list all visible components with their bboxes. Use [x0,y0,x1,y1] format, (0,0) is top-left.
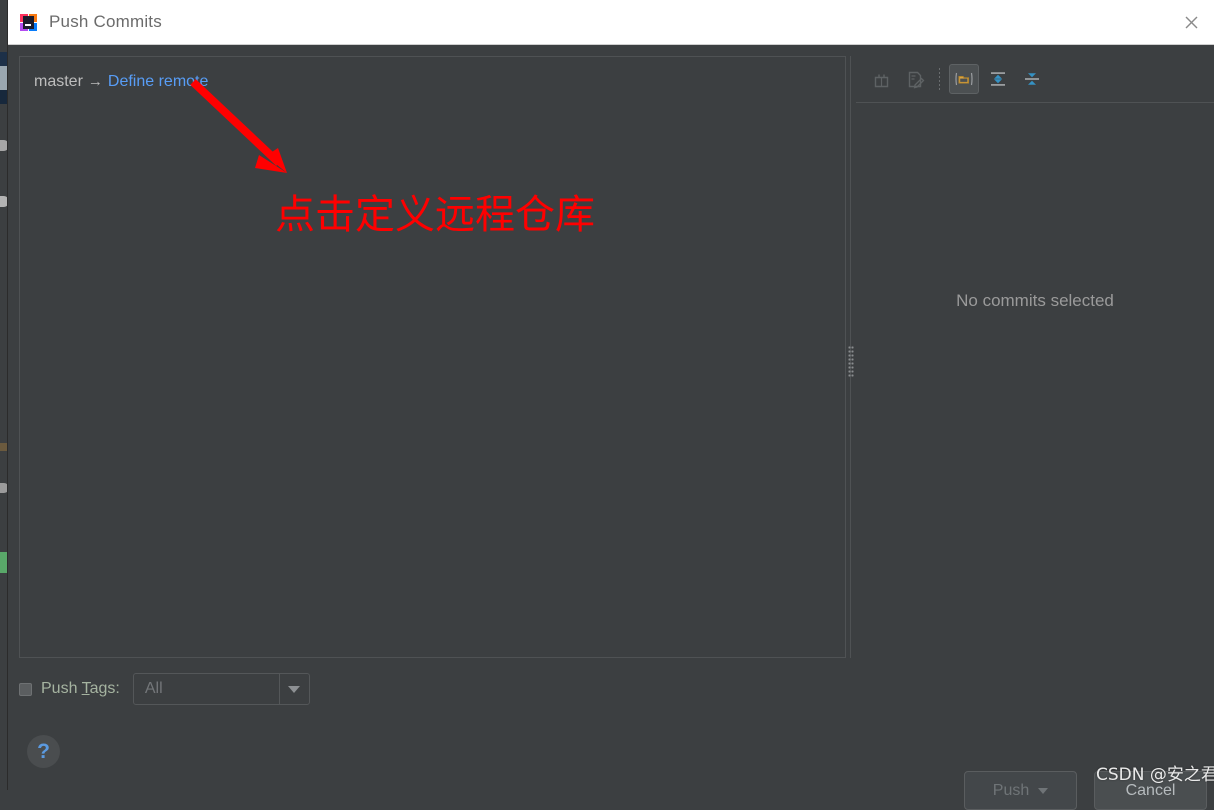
intellij-idea-icon [20,13,37,31]
chevron-down-icon[interactable] [278,674,309,704]
page-title: Push Commits [49,12,162,31]
caret-down-icon [1038,787,1049,794]
branch-push-spec: master → Define remote [34,73,208,91]
watermark: CSDN @安之君 [1096,765,1214,785]
commit-details-panel: No commits selected [856,56,1214,658]
collapse-all-icon[interactable] [1017,64,1047,94]
details-toolbar [856,56,1214,102]
dialog-body: master → Define remote No commits select… [8,45,1214,810]
details-content-area: No commits selected [856,102,1214,658]
push-tags-select[interactable]: All [132,673,310,705]
panel-splitter[interactable] [847,56,856,658]
group-by-directory-icon[interactable] [949,64,979,94]
help-glyph: ? [37,739,50,763]
annotate-icon[interactable] [900,64,930,94]
splitter-grip-handle[interactable] [848,346,854,378]
empty-state-message: No commits selected [956,291,1114,310]
push-commits-dialog: Push Commits master → Define remote No c… [8,0,1214,810]
push-button-label: Push [992,781,1030,799]
push-tags-label-suffix: ags: [89,680,120,697]
commit-list-panel[interactable]: master → Define remote [19,56,846,658]
push-tags-label-prefix: Push [41,680,82,697]
close-icon[interactable] [1168,0,1214,44]
local-branch-label: master [34,73,83,90]
push-button[interactable]: Push [964,771,1077,810]
arrow-right-icon: → [87,73,103,90]
push-tags-row: Push Tags: All [19,673,310,705]
define-remote-link[interactable]: Define remote [108,73,209,90]
toolbar-separator [939,68,940,90]
expand-all-icon[interactable] [983,64,1013,94]
push-tags-checkbox[interactable] [19,682,32,696]
push-tags-label-mnemonic: T [81,680,90,697]
dialog-titlebar: Push Commits [8,0,1214,45]
push-tags-selected-value: All [144,680,163,697]
show-diff-icon[interactable] [866,64,896,94]
help-icon[interactable]: ? [27,735,60,768]
push-tags-label: Push Tags: [41,680,120,698]
